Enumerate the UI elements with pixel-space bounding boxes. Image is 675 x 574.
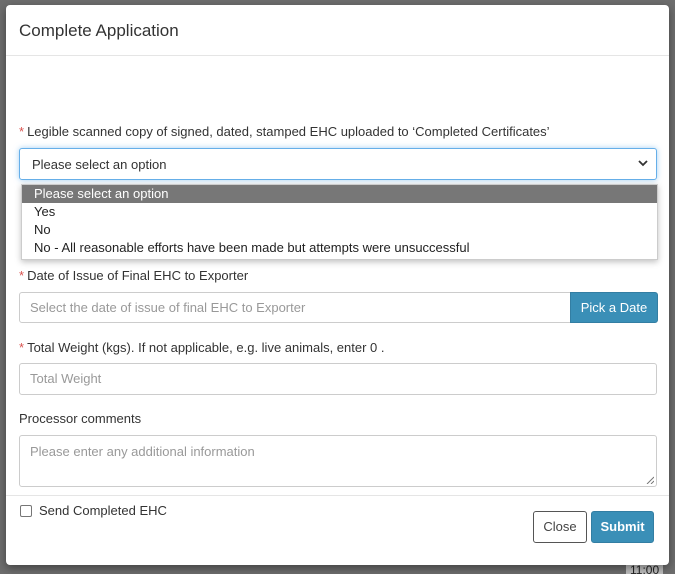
total-weight-input[interactable]: Total Weight [19, 363, 657, 395]
required-mark: * [19, 268, 25, 283]
chevron-down-icon [638, 160, 648, 167]
total-weight-label: * Total Weight (kgs). If not applicable, … [19, 340, 385, 355]
pick-a-date-button[interactable]: Pick a Date [570, 292, 658, 323]
ehc-upload-select[interactable]: Please select an option [19, 148, 657, 180]
required-mark: * [19, 340, 25, 355]
dropdown-option-no-reasonable-efforts[interactable]: No - All reasonable efforts have been ma… [22, 239, 657, 257]
processor-comments-textarea[interactable]: Please enter any additional information [19, 435, 657, 487]
dropdown-option-no[interactable]: No [22, 221, 657, 239]
submit-button[interactable]: Submit [591, 511, 654, 543]
processor-comments-placeholder: Please enter any additional information [30, 444, 255, 459]
date-of-issue-label: * Date of Issue of Final EHC to Exporter [19, 268, 248, 283]
ehc-upload-selected-value: Please select an option [32, 157, 167, 172]
date-of-issue-label-text: Date of Issue of Final EHC to Exporter [27, 268, 249, 283]
ehc-upload-label: * Legible scanned copy of signed, dated, … [19, 124, 550, 139]
modal-header: Complete Application [6, 5, 669, 56]
ehc-upload-dropdown: Please select an option Yes No No - All … [21, 184, 658, 260]
date-of-issue-input[interactable]: Select the date of issue of final EHC to… [19, 292, 571, 323]
resize-grip-icon[interactable] [646, 476, 654, 484]
required-mark: * [19, 124, 25, 139]
modal-body: * Legible scanned copy of signed, dated, … [6, 56, 669, 518]
ehc-upload-label-text: Legible scanned copy of signed, dated, s… [27, 124, 550, 139]
complete-application-modal: Complete Application * Legible scanned co… [6, 5, 669, 565]
dropdown-option-please-select[interactable]: Please select an option [22, 185, 657, 203]
close-button[interactable]: Close [533, 511, 587, 543]
dropdown-option-yes[interactable]: Yes [22, 203, 657, 221]
processor-comments-label: Processor comments [19, 411, 142, 426]
modal-footer: Close Submit [6, 495, 669, 565]
total-weight-label-text: Total Weight (kgs). If not applicable, e… [27, 340, 385, 355]
modal-title: Complete Application [19, 21, 179, 40]
